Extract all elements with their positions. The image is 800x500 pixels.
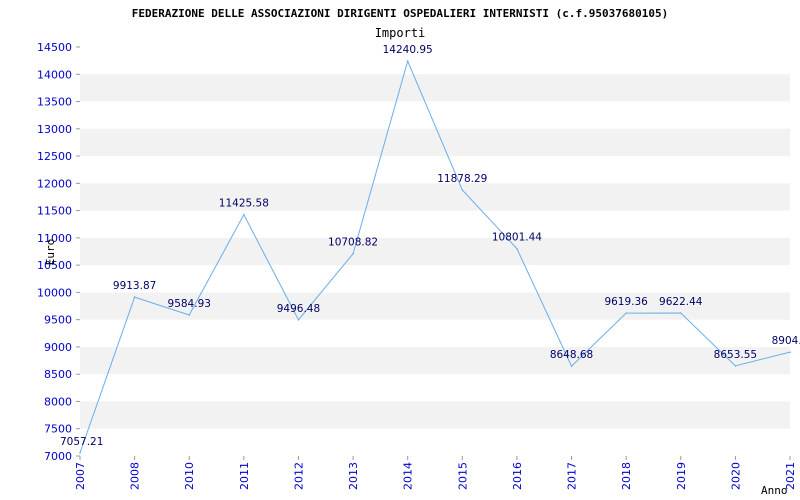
data-label: 7057.21 xyxy=(60,436,103,448)
y-tick-label: 13000 xyxy=(37,123,72,136)
x-tick-label: 2017 xyxy=(566,462,579,490)
x-axis-label: Anno xyxy=(761,484,788,497)
data-label: 9619.36 xyxy=(604,296,648,308)
y-tick-label: 11500 xyxy=(37,205,72,218)
y-tick-label: 9000 xyxy=(44,341,72,354)
x-tick-label: 2013 xyxy=(347,462,360,490)
x-tick-label: 2020 xyxy=(729,462,742,490)
data-label: 11878.29 xyxy=(437,173,487,185)
grid-band xyxy=(80,346,790,375)
data-label: 14240.95 xyxy=(383,44,433,56)
y-tick-label: 13500 xyxy=(37,96,72,109)
data-point xyxy=(188,314,191,316)
y-tick-label: 10000 xyxy=(37,286,72,299)
chart-subtitle: Importi xyxy=(375,26,426,40)
y-tick-label: 8500 xyxy=(44,368,72,381)
line-chart: FEDERAZIONE DELLE ASSOCIAZIONI DIRIGENTI… xyxy=(37,7,800,497)
x-tick-label: 2018 xyxy=(620,462,633,490)
x-tick-label: 2016 xyxy=(511,462,524,490)
data-label: 9913.87 xyxy=(113,280,156,292)
x-tick-label: 2012 xyxy=(292,462,305,490)
data-point xyxy=(406,60,409,62)
grid-band xyxy=(80,128,790,157)
data-label: 8653.55 xyxy=(714,349,757,361)
data-label: 10708.82 xyxy=(328,237,378,249)
x-tick-label: 2007 xyxy=(74,462,87,490)
y-tick-label: 8000 xyxy=(44,395,72,408)
y-tick-label: 14000 xyxy=(37,68,72,81)
y-tick-label: 12500 xyxy=(37,150,72,163)
x-tick-label: 2015 xyxy=(456,462,469,490)
x-tick-label: 2008 xyxy=(129,462,142,490)
x-tick-label: 2019 xyxy=(675,462,688,490)
x-axis-ticks: 2007 2008 2010 2011 2012 2013 2014 2015 2016 2017… xyxy=(74,456,797,490)
y-tick-label: 12000 xyxy=(37,177,72,190)
y-tick-label: 7500 xyxy=(44,423,72,436)
grid-band xyxy=(80,183,790,211)
data-point xyxy=(79,452,81,454)
grid-band xyxy=(80,74,790,102)
data-label: 9622.44 xyxy=(659,296,703,308)
x-tick-label: 2011 xyxy=(238,462,251,490)
data-point xyxy=(625,312,627,314)
data-point xyxy=(570,365,573,367)
y-tick-label: 7000 xyxy=(44,450,72,463)
data-point xyxy=(461,189,464,191)
grid-bands xyxy=(80,74,790,429)
data-point xyxy=(243,213,245,216)
data-point xyxy=(133,296,136,298)
y-tick-label: 14500 xyxy=(37,41,72,54)
data-label: 10801.44 xyxy=(492,232,542,244)
data-point xyxy=(297,319,300,321)
y-axis-label: Euro xyxy=(44,239,57,266)
data-label: 9496.48 xyxy=(277,303,320,315)
data-label: 8648.68 xyxy=(550,349,593,361)
data-point xyxy=(516,247,518,250)
data-point xyxy=(679,312,682,314)
y-tick-label: 9500 xyxy=(44,314,72,327)
data-point xyxy=(734,365,737,367)
chart-title: FEDERAZIONE DELLE ASSOCIAZIONI DIRIGENTI… xyxy=(132,7,668,20)
x-tick-label: 2014 xyxy=(402,462,415,490)
data-label: 8904.4 xyxy=(772,335,800,347)
data-label: 11425.58 xyxy=(219,198,269,210)
grid-band xyxy=(80,401,790,429)
data-point xyxy=(789,351,791,353)
data-label: 9584.93 xyxy=(168,298,211,310)
grid-band xyxy=(80,237,790,266)
data-point xyxy=(352,252,354,255)
x-tick-label: 2010 xyxy=(183,462,196,490)
